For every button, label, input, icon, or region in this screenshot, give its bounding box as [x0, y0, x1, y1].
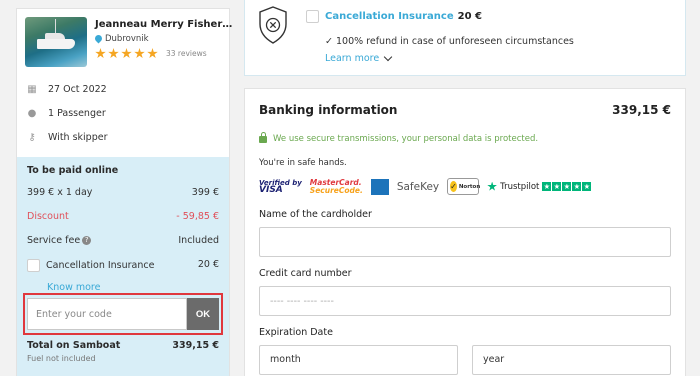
insurance-title-label: Cancellation Insurance [325, 11, 454, 22]
vbv-bottom: VISA [259, 184, 283, 195]
secure-note-text: We use secure transmissions, your person… [273, 134, 539, 144]
mc-bottom: SecureCode. [309, 185, 363, 195]
insurance-card: Cancellation Insurance 20 € ✓ 100% refund… [244, 0, 686, 76]
insurance-description: ✓ 100% refund in case of unforeseen circ… [325, 36, 574, 47]
insurance-value: 20 € [197, 259, 219, 270]
shield-icon [259, 6, 287, 44]
key-icon: ⚷ [28, 131, 36, 143]
boat-location: Dubrovnik [95, 34, 149, 44]
passengers-row: ● 1 Passenger [27, 108, 106, 119]
rating-stars: 33 reviews [95, 48, 207, 59]
calendar-icon: ▦ [27, 83, 37, 95]
trustpilot-logo: Trustpilot [487, 181, 592, 192]
security-logos: Verified by VISA MasterCard. SecureCode.… [259, 178, 592, 195]
month-select[interactable]: month [259, 345, 458, 375]
discount-label: Discount [27, 211, 69, 222]
total-label: Total on Samboat [27, 340, 121, 351]
insurance-option-checkbox[interactable] [306, 10, 319, 23]
promo-ok-button[interactable]: OK [187, 298, 219, 330]
lock-icon [259, 131, 267, 143]
card-number-input[interactable] [259, 286, 671, 316]
help-icon[interactable]: ? [82, 236, 92, 245]
amex-logo [370, 178, 389, 195]
star-icon [108, 48, 119, 59]
safekey-logo: SafeKey [396, 180, 440, 193]
expiration-label: Expiration Date [259, 327, 333, 338]
service-fee-row: Service fee? Included [27, 235, 219, 246]
reviews-count: 33 reviews [166, 49, 207, 58]
service-fee-value: Included [178, 235, 219, 246]
booking-summary: Jeanneau Merry Fisher… Dubrovnik 33 revi… [16, 8, 232, 376]
discount-value: - 59,85 € [176, 211, 219, 222]
learn-more-link[interactable]: Learn more [325, 52, 393, 64]
discount-row: Discount - 59,85 € [27, 211, 219, 222]
payment-summary: To be paid online 399 € x 1 day 399 € Di… [17, 157, 229, 376]
price-row: 399 € x 1 day 399 € [27, 187, 219, 198]
trustpilot-star-icon [487, 181, 497, 191]
star-icon [121, 48, 132, 59]
norton-label: Norton [458, 183, 481, 190]
price-label: 399 € x 1 day [27, 187, 93, 198]
banking-card: Banking information 339,15 € We use secu… [244, 88, 686, 376]
star-icon [95, 48, 106, 59]
price-value: 399 € [191, 187, 219, 198]
insurance-label: Cancellation Insurance [46, 260, 155, 271]
promo-code-input[interactable] [27, 298, 187, 330]
promo-code-box: OK [23, 293, 223, 335]
mastercard-securecode-logo: MasterCard. SecureCode. [309, 178, 363, 195]
person-icon: ● [27, 107, 37, 119]
passengers-label: 1 Passenger [48, 108, 106, 119]
know-more-link[interactable]: Know more [47, 282, 100, 293]
skipper-row: ⚷ With skipper [27, 131, 108, 143]
card-number-label: Credit card number [259, 268, 352, 279]
skipper-label: With skipper [48, 132, 108, 143]
chevron-down-icon [383, 52, 393, 62]
trustpilot-label: Trustpilot [500, 181, 540, 192]
service-fee-label: Service fee [27, 235, 81, 246]
verified-by-visa-logo: Verified by VISA [259, 179, 302, 195]
date-row: ▦ 27 Oct 2022 [27, 83, 107, 95]
boat-photo [25, 17, 87, 67]
year-select[interactable]: year [472, 345, 671, 375]
boat-card[interactable]: Jeanneau Merry Fisher… Dubrovnik 33 revi… [25, 17, 232, 67]
date-label: 27 Oct 2022 [48, 84, 107, 95]
insurance-checkbox[interactable] [27, 259, 40, 272]
trustpilot-stars [542, 182, 592, 191]
safe-note: You're in safe hands. [259, 158, 347, 168]
star-icon [134, 48, 145, 59]
boat-name: Jeanneau Merry Fisher… [95, 19, 233, 30]
cardholder-input[interactable] [259, 227, 671, 257]
check-icon: ✓ [450, 181, 457, 192]
fuel-note: Fuel not included [27, 354, 96, 363]
cardholder-label: Name of the cardholder [259, 209, 372, 220]
insurance-title[interactable]: Cancellation Insurance 20 € [325, 11, 482, 22]
payment-title: To be paid online [27, 165, 119, 176]
location-label: Dubrovnik [105, 34, 149, 44]
norton-logo: ✓ Norton [447, 178, 481, 195]
star-icon [147, 48, 158, 59]
total-value: 339,15 € [172, 340, 219, 351]
learn-more-label: Learn more [325, 53, 380, 64]
location-pin-icon [95, 35, 102, 44]
insurance-price: 20 € [457, 11, 482, 22]
banking-total: 339,15 € [612, 103, 671, 117]
total-row: Total on Samboat 339,15 € [27, 340, 219, 351]
insurance-row: Cancellation Insurance 20 € [27, 259, 219, 272]
secure-note: We use secure transmissions, your person… [259, 131, 539, 144]
banking-title: Banking information [259, 103, 398, 117]
